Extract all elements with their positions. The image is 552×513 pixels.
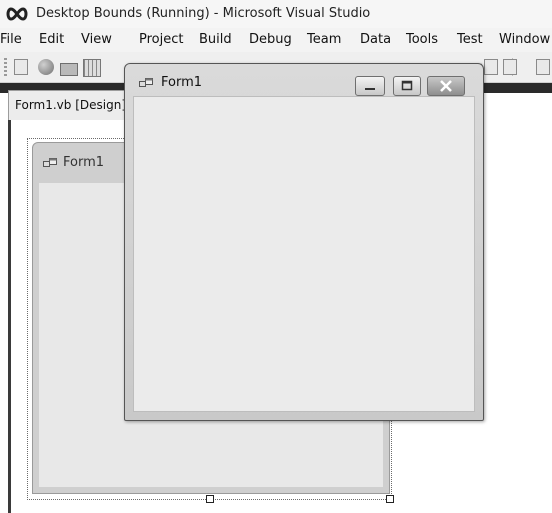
vs-title-bar: Desktop Bounds (Running) - Microsoft Vis… [0,0,552,28]
maximize-icon [401,80,413,91]
running-form-caption: Form1 [161,75,203,90]
minimize-button[interactable] [355,76,385,96]
resize-handle-bottom-right[interactable] [386,495,394,503]
add-item-icon[interactable] [38,59,54,75]
close-icon [440,80,452,92]
resize-handle-bottom[interactable] [206,495,214,503]
close-button[interactable] [427,76,465,96]
menu-bar: File Edit View Project Build Debug Team … [0,28,552,52]
properties-icon[interactable] [536,59,550,75]
form-window-icon [43,158,57,167]
menu-project[interactable]: Project [139,32,183,47]
menu-window[interactable]: Window [499,32,550,47]
maximize-button[interactable] [393,76,421,96]
menu-debug[interactable]: Debug [249,32,292,47]
menu-view[interactable]: View [81,32,112,47]
toolbar-grip[interactable] [4,58,7,76]
menu-tools[interactable]: Tools [406,32,438,47]
vs-window-title: Desktop Bounds (Running) - Microsoft Vis… [36,6,371,21]
menu-file[interactable]: File [0,32,22,47]
find-icon[interactable] [503,59,517,75]
output-icon[interactable] [484,59,498,75]
tab-form1-design[interactable]: Form1.vb [Design] [8,90,128,121]
new-project-icon[interactable] [14,59,28,75]
tab-label: Form1.vb [Design] [15,98,127,112]
design-form-caption: Form1 [63,155,105,170]
minimize-icon [365,88,375,90]
save-all-icon[interactable] [83,59,101,77]
menu-edit[interactable]: Edit [39,32,64,47]
menu-data[interactable]: Data [360,32,391,47]
menu-test[interactable]: Test [457,32,483,47]
open-folder-icon[interactable] [60,63,78,76]
infinity-logo-icon [6,7,28,21]
form-window-icon [139,78,153,87]
running-form-client-area[interactable] [133,96,475,412]
running-form-window[interactable]: Form1 [124,63,484,421]
menu-build[interactable]: Build [199,32,232,47]
menu-team[interactable]: Team [307,32,341,47]
